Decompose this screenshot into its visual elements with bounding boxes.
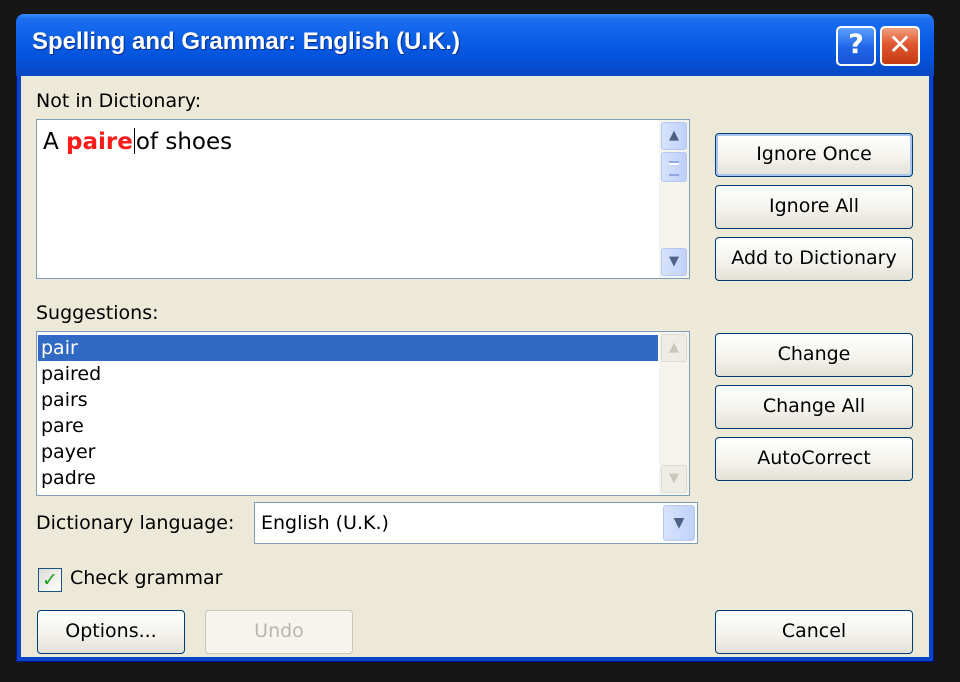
suggestion-item[interactable]: pairs (38, 387, 658, 413)
help-button[interactable]: ? (836, 26, 876, 66)
textbox-scroll-thumb[interactable] (661, 152, 687, 182)
spelling-grammar-dialog: Spelling and Grammar: English (U.K.) ? ✕… (16, 14, 934, 662)
title-bar[interactable]: Spelling and Grammar: English (U.K.) ? ✕ (16, 14, 934, 76)
close-button[interactable]: ✕ (880, 26, 920, 66)
options-button[interactable]: Options... (37, 610, 185, 654)
suggestion-item[interactable]: pare (38, 413, 658, 439)
textbox-scrollbar[interactable]: ▲ ▼ (659, 120, 689, 278)
not-in-dictionary-textbox[interactable]: A paire of shoes ▲ ▼ (36, 119, 690, 279)
undo-button[interactable]: Undo (205, 610, 353, 654)
sentence-after: of shoes (135, 129, 233, 155)
sentence-text[interactable]: A paire of shoes (43, 128, 232, 155)
ignore-all-button[interactable]: Ignore All (715, 185, 913, 229)
check-grammar-label[interactable]: Check grammar (70, 567, 222, 589)
suggestions-scroll-up-button[interactable]: ▲ (661, 334, 687, 362)
textbox-scroll-up-button[interactable]: ▲ (661, 122, 687, 150)
suggestion-item[interactable]: paired (38, 361, 658, 387)
error-word: paire (66, 129, 133, 155)
window-title: Spelling and Grammar: English (U.K.) (32, 28, 461, 55)
suggestions-scroll-down-button[interactable]: ▼ (661, 465, 687, 493)
not-in-dictionary-label: Not in Dictionary: (36, 90, 202, 112)
suggestions-scrollbar[interactable]: ▲ ▼ (659, 332, 689, 495)
dictionary-language-select[interactable]: English (U.K.) ▼ (254, 502, 698, 544)
autocorrect-button[interactable]: AutoCorrect (715, 437, 913, 481)
suggestion-item[interactable]: pair (38, 335, 658, 361)
suggestion-item[interactable]: payer (38, 439, 658, 465)
change-button[interactable]: Change (715, 333, 913, 377)
suggestions-list[interactable]: pair paired pairs pare payer padre ▲ ▼ (36, 331, 690, 496)
cancel-button[interactable]: Cancel (715, 610, 913, 654)
textbox-scroll-down-button[interactable]: ▼ (661, 248, 687, 276)
dictionary-language-label: Dictionary language: (36, 512, 235, 534)
dictionary-language-value: English (U.K.) (261, 512, 389, 534)
add-to-dictionary-button[interactable]: Add to Dictionary (715, 237, 913, 281)
chevron-down-icon[interactable]: ▼ (663, 505, 695, 541)
text-caret (133, 128, 135, 154)
suggestions-label: Suggestions: (36, 302, 159, 324)
dialog-body: Not in Dictionary: A paire of shoes ▲ ▼ S… (21, 76, 929, 657)
sentence-before: A (43, 129, 67, 155)
suggestion-item[interactable]: padre (38, 465, 658, 491)
ignore-once-button[interactable]: Ignore Once (715, 133, 913, 177)
change-all-button[interactable]: Change All (715, 385, 913, 429)
check-grammar-checkbox[interactable]: ✓ (38, 568, 62, 592)
